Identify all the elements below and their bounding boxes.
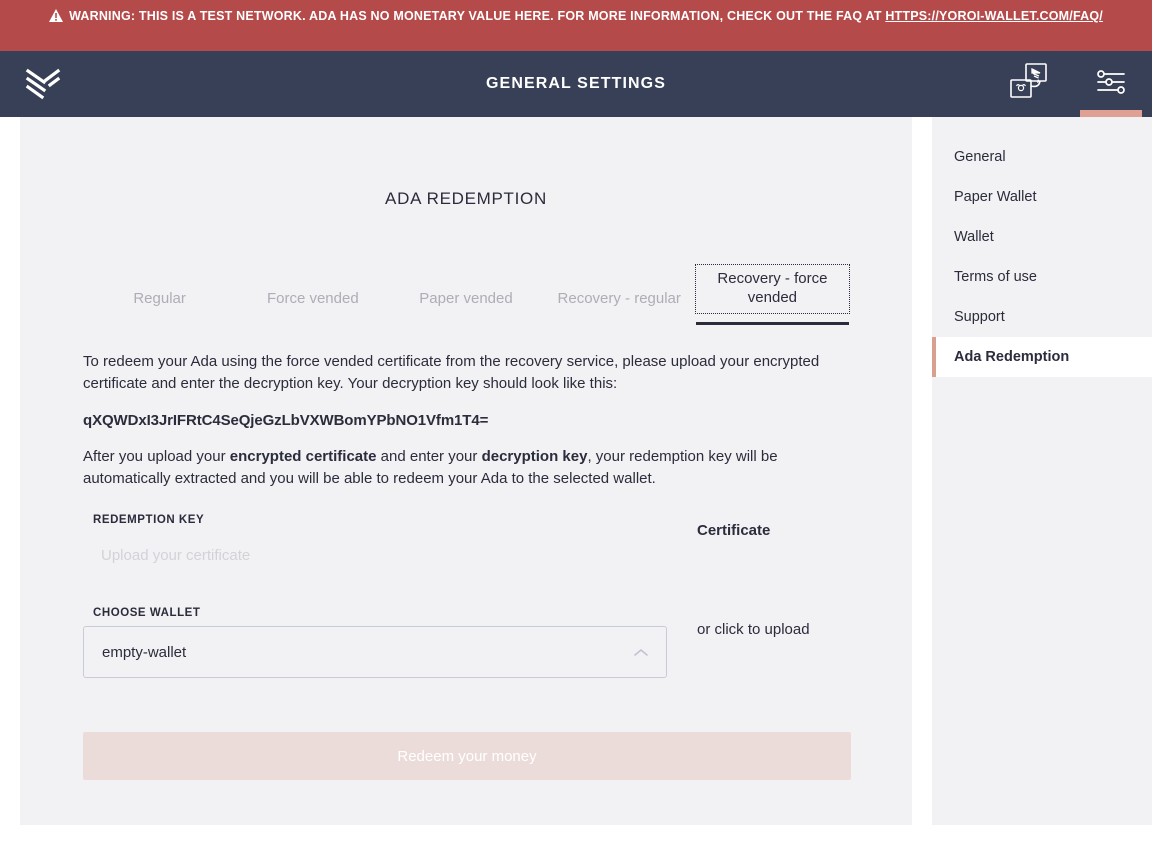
top-navigation-bar: GENERAL SETTINGS (0, 51, 1152, 117)
instructions-paragraph-1: To redeem your Ada using the force vende… (83, 352, 820, 392)
wallet-switch-button[interactable] (988, 51, 1070, 117)
yoroi-logo[interactable] (24, 67, 64, 101)
redemption-key-input[interactable] (83, 533, 667, 578)
redemption-type-tabs: Regular Force vended Paper vended Recove… (83, 261, 851, 325)
selected-wallet-value: empty-wallet (102, 643, 187, 661)
sidebar-item-label: General (954, 149, 1006, 165)
sidebar-item-label: Terms of use (954, 269, 1037, 285)
p2-part-1: After you upload your (83, 447, 230, 465)
tab-label: Recovery - regular (557, 289, 681, 307)
instructions-block: To redeem your Ada using the force vende… (83, 351, 849, 491)
sidebar-item-terms-of-use[interactable]: Terms of use (932, 257, 1152, 297)
faq-link[interactable]: HTTPS://YOROI-WALLET.COM/FAQ/ (885, 9, 1103, 23)
chevron-up-icon (634, 646, 648, 659)
certificate-title: Certificate (697, 522, 771, 540)
settings-side-menu: General Paper Wallet Wallet Terms of use… (932, 117, 1152, 825)
page-title: GENERAL SETTINGS (486, 75, 666, 92)
p2-part-2: and enter your (376, 447, 482, 465)
choose-wallet-select[interactable]: empty-wallet (83, 626, 667, 679)
sidebar-item-label: Ada Redemption (954, 349, 1070, 365)
sidebar-item-label: Paper Wallet (954, 189, 1037, 205)
settings-button[interactable] (1070, 51, 1152, 117)
page-body: ADA REDEMPTION Regular Force vended Pape… (0, 117, 1152, 847)
certificate-dropzone[interactable]: Certificate or click to upload (697, 514, 849, 678)
sidebar-item-support[interactable]: Support (932, 297, 1152, 337)
submit-row: Redeem your money (83, 732, 851, 781)
tab-label: Regular (133, 289, 186, 307)
sidebar-item-label: Support (954, 309, 1005, 325)
tab-label: Recovery - force vended (694, 264, 851, 314)
sidebar-item-label: Wallet (954, 229, 994, 245)
redemption-key-label: REDEMPTION KEY (93, 514, 205, 527)
choose-wallet-label: CHOOSE WALLET (93, 607, 201, 620)
certificate-upload-link[interactable]: or click to upload (697, 621, 849, 638)
warning-triangle-icon (49, 8, 64, 29)
tab-recovery-force-vended[interactable]: Recovery - force vended (694, 261, 851, 325)
tab-label: Force vended (266, 289, 359, 307)
tab-force-vended[interactable]: Force vended (236, 282, 389, 325)
settings-sliders-icon (1094, 67, 1128, 102)
tab-regular[interactable]: Regular (83, 282, 236, 325)
tab-paper-vended[interactable]: Paper vended (389, 282, 542, 325)
wallet-switch-icon (1006, 60, 1052, 109)
example-decryption-key: qXQWDxI3JrIFRtC4SeQjeGzLbVXWBomYPbNO1Vfm… (83, 411, 489, 429)
tab-recovery-regular[interactable]: Recovery - regular (543, 282, 696, 325)
p2-bold-1: encrypted certificate (229, 447, 377, 465)
tab-label: Paper vended (419, 289, 513, 307)
instructions-paragraph-2: After you upload your encrypted certific… (83, 446, 849, 490)
sidebar-item-paper-wallet[interactable]: Paper Wallet (932, 177, 1152, 217)
section-title: ADA REDEMPTION (385, 189, 547, 208)
test-network-warning-banner: WARNING: THIS IS A TEST NETWORK. ADA HAS… (0, 0, 1152, 51)
redemption-form: REDEMPTION KEY CHOOSE WALLET empty-walle… (83, 514, 849, 679)
redeem-money-button[interactable]: Redeem your money (83, 732, 851, 781)
topbar-actions (988, 51, 1152, 117)
field-spacer (83, 577, 667, 607)
form-left-column: REDEMPTION KEY CHOOSE WALLET empty-walle… (83, 514, 667, 679)
p2-bold-2: decryption key (481, 447, 588, 465)
ada-redemption-panel: ADA REDEMPTION Regular Force vended Pape… (20, 117, 912, 825)
sidebar-item-general[interactable]: General (932, 137, 1152, 177)
sidebar-item-wallet[interactable]: Wallet (932, 217, 1152, 257)
warning-text: WARNING: THIS IS A TEST NETWORK. ADA HAS… (69, 9, 886, 23)
sidebar-item-ada-redemption[interactable]: Ada Redemption (932, 337, 1152, 377)
